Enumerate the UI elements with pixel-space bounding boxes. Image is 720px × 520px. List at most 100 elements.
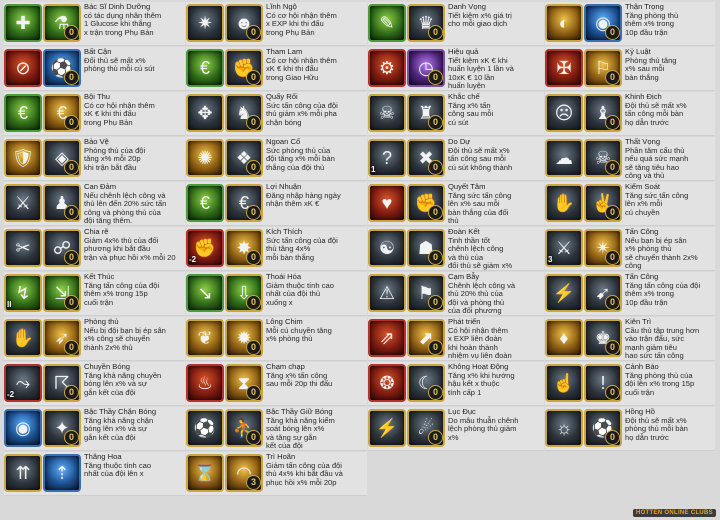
team-icon[interactable]: ♟ 0 bbox=[43, 184, 81, 222]
grab-coin-icon[interactable]: ✊ 0 bbox=[225, 49, 263, 87]
firm-player-icon[interactable]: ♚ 0 bbox=[584, 319, 622, 357]
harass-icon[interactable]: ✥ bbox=[186, 94, 224, 132]
skill-item[interactable]: ↘ ⇩ 0 Thoái Hóa Giảm thuộc tính cao nhất của… bbox=[186, 272, 367, 316]
growth-chart-icon[interactable]: ⬈ 0 bbox=[407, 319, 445, 357]
flask-icon[interactable]: ⚗ 0 bbox=[43, 4, 81, 42]
discipline-icon[interactable]: ✠ bbox=[545, 49, 583, 87]
slow-icon[interactable]: ♨ bbox=[186, 364, 224, 402]
skill-item[interactable]: ✚ ⚗ 0 Bác Sĩ Dinh Dưỡng có tác dụng nhân thê… bbox=[4, 2, 185, 46]
growth-icon[interactable]: ⇗ bbox=[368, 319, 406, 357]
persist-icon[interactable]: ♦ bbox=[545, 319, 583, 357]
counter-player-icon[interactable]: ♜ 0 bbox=[407, 94, 445, 132]
end-strike-icon[interactable]: ⇲ 0 bbox=[43, 274, 81, 312]
skill-item[interactable]: ◐ ◉ 0 Thận Trọng Tăng phòng thủ thêm x% tron… bbox=[545, 2, 715, 46]
skill-item[interactable]: ☁ ☠ 0 Thất Vọng Phần tăm cấu thủ nếu quá sức… bbox=[545, 137, 715, 181]
strike-icon[interactable]: ✴ 0 bbox=[584, 229, 622, 267]
efficiency-icon[interactable]: ⚙ bbox=[368, 49, 406, 87]
passer-icon[interactable]: ☈ 0 bbox=[43, 364, 81, 402]
alert-icon[interactable]: ! 0 bbox=[584, 364, 622, 402]
skill-item[interactable]: ♥ ✊ 0 Quyết Tâm Tăng sức tấn công lên x% sau… bbox=[368, 182, 544, 226]
skill-item[interactable]: € €0 Lợi Nhuận Đăng nhập hàng ngày nhận thê… bbox=[186, 182, 367, 226]
fox-icon[interactable]: ☼ bbox=[545, 409, 583, 447]
argue-icon[interactable]: ☄ 0 bbox=[407, 409, 445, 447]
skill-item[interactable]: ⚔ 3 ✴ 0 Tấn Công Nếu bạn bị ép sân x% phòng t… bbox=[545, 227, 715, 271]
profit-chart-icon[interactable]: €0 bbox=[225, 184, 263, 222]
divided-team-icon[interactable]: ☍ 0 bbox=[43, 229, 81, 267]
skill-item[interactable]: ☝ ! 0 Cảnh Báo Tăng phòng thủ của đội lên x%… bbox=[545, 362, 715, 406]
skill-item[interactable]: ◉ ✦ 0 Bậc Thầy Chặn Bóng Tăng khả năng chặn … bbox=[4, 407, 185, 451]
huddle-icon[interactable]: ☗ 0 bbox=[407, 229, 445, 267]
block-icon[interactable]: ✋ bbox=[4, 319, 42, 357]
skill-item[interactable]: ❦ ✹ 0 Lông Chim Mỗi cú chuyền tăng x% phòng … bbox=[186, 317, 367, 361]
medicine-icon[interactable]: ✚ bbox=[4, 4, 42, 42]
glowing-arrows-icon[interactable]: ⇡ bbox=[43, 454, 81, 492]
skill-item[interactable]: € ✊ 0 Tham Lam Có cơ hội nhận thêm xK € khi … bbox=[186, 47, 367, 91]
skill-item[interactable]: ? 1 ✖ 0 Do Dự Đội thủ sẽ mất x% tấn công sau … bbox=[368, 137, 544, 181]
skill-item[interactable]: € €0 Bội Thu Có cơ hội nhận thêm xK € khi t… bbox=[4, 92, 185, 136]
skill-item[interactable]: ↯ II ⇲ 0 Kết Thúc Tăng tấn công của đội thêm … bbox=[4, 272, 185, 316]
control-hand-icon[interactable]: ✋ bbox=[545, 184, 583, 222]
caution-icon[interactable]: ◐ bbox=[545, 4, 583, 42]
downgrade-icon[interactable]: ⇩ 0 bbox=[225, 274, 263, 312]
pass-icon[interactable]: ⤳ -2 bbox=[4, 364, 42, 402]
hesitate-icon[interactable]: ? 1 bbox=[368, 139, 406, 177]
scorer-icon[interactable]: ⚽ 0 bbox=[584, 409, 622, 447]
skill-item[interactable]: ✊ -2 ✸ 0 Kích Thích Sức tấn công của đội thủ … bbox=[186, 227, 367, 271]
block-master-icon[interactable]: ◉ bbox=[4, 409, 42, 447]
skill-item[interactable]: ⇗ ⬈ 0 Phát triển Có hội nhận thêm x EXP liên… bbox=[368, 317, 544, 361]
skill-item[interactable]: ☠ ♜ 0 Khắc chế Tăng x% tấn công sau mỗi cú s… bbox=[368, 92, 544, 136]
dribbler-icon[interactable]: ⛹ 0 bbox=[225, 409, 263, 447]
skill-item[interactable]: ❂ ☾ 0 Không Hoạt Động Tăng x% khi hướng hậu … bbox=[368, 362, 544, 406]
skill-item[interactable]: ☼ ⚽ 0 Hồng Hồ Đội thủ sẽ mất x% phòng thủ mỗ… bbox=[545, 407, 715, 451]
charge-icon[interactable]: ➹ 0 bbox=[584, 274, 622, 312]
skull-icon[interactable]: ☠ 0 bbox=[584, 139, 622, 177]
fist-icon[interactable]: ✊ -2 bbox=[186, 229, 224, 267]
skill-item[interactable]: 🛡 ◈ 0 Bảo Vệ Phòng thủ của đội tăng x% mỗi 2… bbox=[4, 137, 185, 181]
stimulate-icon[interactable]: ✸ 0 bbox=[225, 229, 263, 267]
skill-item[interactable]: ☯ ☗ 0 Đoàn Kết Tinh thần tốt chênh lệch công… bbox=[368, 227, 544, 271]
disrupt-icon[interactable]: ♞ 0 bbox=[225, 94, 263, 132]
skill-item[interactable]: ✋ ➶ 0 Phòng thủ Nếu bị đội bạn bị ép sân x% … bbox=[4, 317, 185, 361]
delay-icon[interactable]: ⌛ bbox=[186, 454, 224, 492]
confused-icon[interactable]: ✖ 0 bbox=[407, 139, 445, 177]
stop-ball-icon[interactable]: ⊘ bbox=[4, 49, 42, 87]
skill-item[interactable]: ⇈ ⇡ Thăng Hoa Tăng thuộc tính cao nhất của … bbox=[4, 452, 185, 496]
defender-icon[interactable]: 🛡 bbox=[4, 139, 42, 177]
counter-icon[interactable]: ☠ bbox=[368, 94, 406, 132]
sleep-player-icon[interactable]: ☾ 0 bbox=[407, 364, 445, 402]
kick-icon[interactable]: ➶ 0 bbox=[43, 319, 81, 357]
brave-player-icon[interactable]: ⚔ bbox=[4, 184, 42, 222]
unity-icon[interactable]: ☯ bbox=[368, 229, 406, 267]
skill-item[interactable]: ✷ ☻ 0 Lĩnh Ngộ Có cơ hội nhận thêm x EXP khi… bbox=[186, 2, 367, 46]
insight-icon[interactable]: ✷ bbox=[186, 4, 224, 42]
split-icon[interactable]: ✂ bbox=[4, 229, 42, 267]
attack-icon[interactable]: ⚔ 3 bbox=[545, 229, 583, 267]
hourglass-icon[interactable]: ⧗ 0 bbox=[225, 364, 263, 402]
skill-item[interactable]: ⚡ ➹ 0 Tấn Công Tăng tấn công của đội thêm x%… bbox=[545, 272, 715, 316]
fame-icon[interactable]: ✎ bbox=[368, 4, 406, 42]
skill-item[interactable]: ✠ ⚐ 0 Kỷ Luật Phòng thủ tăng x% sau mỗi bàn … bbox=[545, 47, 715, 91]
conflict-icon[interactable]: ⚡ bbox=[368, 409, 406, 447]
skill-item[interactable]: ♦ ♚ 0 Kiên Trì Cầu thủ tập trung hơn vào trậ… bbox=[545, 317, 715, 361]
skill-item[interactable]: ⚙ ◷ 0 Hiệu quả Tiết kiệm xK € khi huấn luyện… bbox=[368, 47, 544, 91]
skill-item[interactable]: ✋ ✌ 0 Kiểm Soát Tăng sức tấn công lên x% mỗi… bbox=[545, 182, 715, 226]
skill-item[interactable]: ✥ ♞ 0 Quấy Rối Sức tấn công của đội thủ giảm… bbox=[186, 92, 367, 136]
shell-icon[interactable]: ◠ 3 bbox=[225, 454, 263, 492]
trophy-icon[interactable]: ♛ 0 bbox=[407, 4, 445, 42]
ascend-icon[interactable]: ⇈ bbox=[4, 454, 42, 492]
money-bag-icon[interactable]: € bbox=[4, 94, 42, 132]
clock-icon[interactable]: ◷ 0 bbox=[407, 49, 445, 87]
skill-item[interactable]: ⤳ -2 ☈ 0 Chuyền Bóng Tăng khả năng chuyền bón… bbox=[4, 362, 185, 406]
skill-item[interactable]: ⚔ ♟ 0 Can Đảm Nếu chênh lệch công và thủ lên… bbox=[4, 182, 185, 226]
finish-icon[interactable]: ↯ II bbox=[4, 274, 42, 312]
skill-item[interactable]: ♨ ⧗ 0 Chạm chạp Tăng x% tấn công sau mỗi 20p… bbox=[186, 362, 367, 406]
skill-item[interactable]: ⚽ ⛹ 0 Bậc Thầy Giữ Bóng Tăng khả năng kiểm s… bbox=[186, 407, 367, 451]
skill-item[interactable]: ⌛ ◠ 3 Trì Hoãn Giảm tấn công của đội thủ 4x%… bbox=[186, 452, 367, 496]
skill-item[interactable]: ☹ ♝ 0 Khinh Địch Đội thủ sẽ mất x% tấn công … bbox=[545, 92, 715, 136]
burst-icon[interactable]: ✹ 0 bbox=[225, 319, 263, 357]
determined-icon[interactable]: ✊ 0 bbox=[407, 184, 445, 222]
warning-icon[interactable]: ☝ bbox=[545, 364, 583, 402]
ball-control-icon[interactable]: ⚽ bbox=[186, 409, 224, 447]
skill-item[interactable]: ⊘ ⚽ 0 Bất Cận Đối thủ sẽ mất x% phòng thủ mỗ… bbox=[4, 47, 185, 91]
ball-icon[interactable]: ⚽ 0 bbox=[43, 49, 81, 87]
